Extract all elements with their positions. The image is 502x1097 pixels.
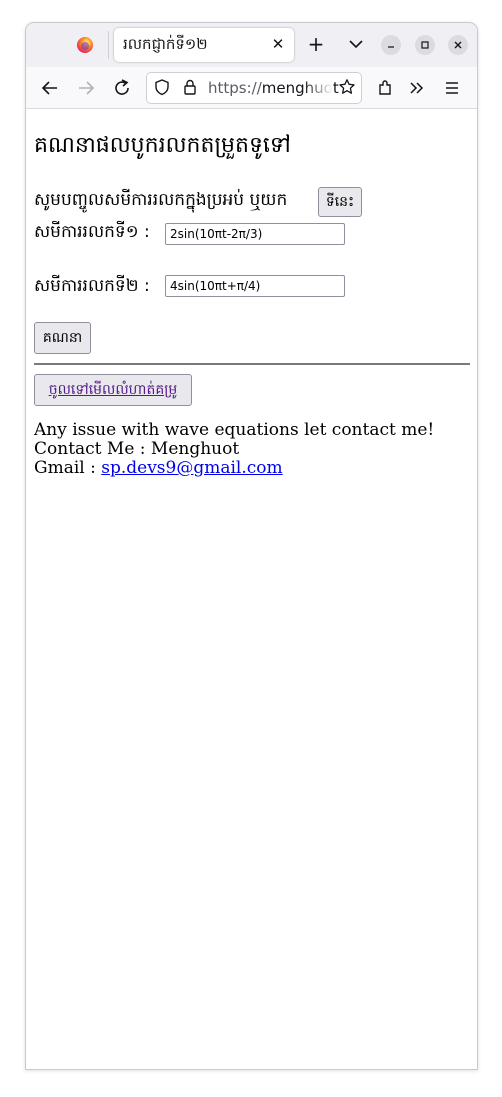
gmail-label: Gmail : [34,458,96,478]
tab-title: រលកជ្ញាក់ទី១២ [123,35,208,53]
url-prefix: https:// [208,79,262,97]
firefox-icon[interactable] [77,37,93,53]
list-tabs-icon[interactable] [346,34,366,54]
eq2-label: សមីការរលកទី២ : [34,276,150,296]
calculate-button[interactable]: គណនា [34,322,91,354]
forward-icon[interactable] [75,77,97,99]
close-window-icon[interactable] [448,35,468,55]
minimize-icon[interactable] [381,35,401,55]
browser-window: រលកជ្ញាក់ទី១២ ✕ + https://menghuot គណនាផ… [25,22,478,1070]
extensions-icon[interactable] [374,77,396,99]
contact-name-text: Contact Me : Menghuot [34,439,240,459]
tab-close-icon[interactable]: ✕ [268,34,288,54]
eq2-input[interactable] [165,275,345,297]
contact-issue-text: Any issue with wave equations let contac… [34,420,435,440]
new-tab-icon[interactable]: + [306,34,326,55]
eq1-input[interactable] [165,223,345,245]
overflow-menu-icon[interactable] [406,77,428,99]
hamburger-menu-icon[interactable] [441,77,463,99]
navigation-bar: https://menghuot [26,67,477,109]
maximize-icon[interactable] [415,35,435,55]
lock-icon[interactable] [181,78,199,100]
examples-link-button[interactable]: ចូលទៅមើលលំហាត់គម្រូ [34,374,192,406]
divider [34,363,470,365]
reload-icon[interactable] [111,77,133,99]
page-title: គណនាផលបូករលកតម្រួតទូទៅ [34,133,291,158]
page-content: គណនាផលបូករលកតម្រួតទូទៅ សូមបញ្ចូលសមីការរល… [26,109,477,1069]
contact-section: Any issue with wave equations let contac… [34,421,434,478]
instruction-text: សូមបញ្ចូលសមីការរលកក្នុងប្រអប់ ឬយក [34,190,288,210]
gmail-line: Gmail : sp.devs9@gmail.com [34,459,434,478]
eq1-label: សមីការរលកទី១ : [34,222,150,242]
tab-active[interactable]: រលកជ្ញាក់ទី១២ ✕ [114,28,294,62]
back-icon[interactable] [39,77,61,99]
gmail-link[interactable]: sp.devs9@gmail.com [101,458,282,478]
tab-separator [108,31,109,59]
tab-strip: រលកជ្ញាក់ទី១២ ✕ + [26,23,477,67]
here-button[interactable]: ទីនេះ [318,187,362,217]
tracking-shield-icon[interactable] [153,78,171,100]
url-bar[interactable]: https://menghuot [146,72,362,104]
bookmark-star-icon[interactable] [338,78,356,100]
url-fade [303,73,333,103]
